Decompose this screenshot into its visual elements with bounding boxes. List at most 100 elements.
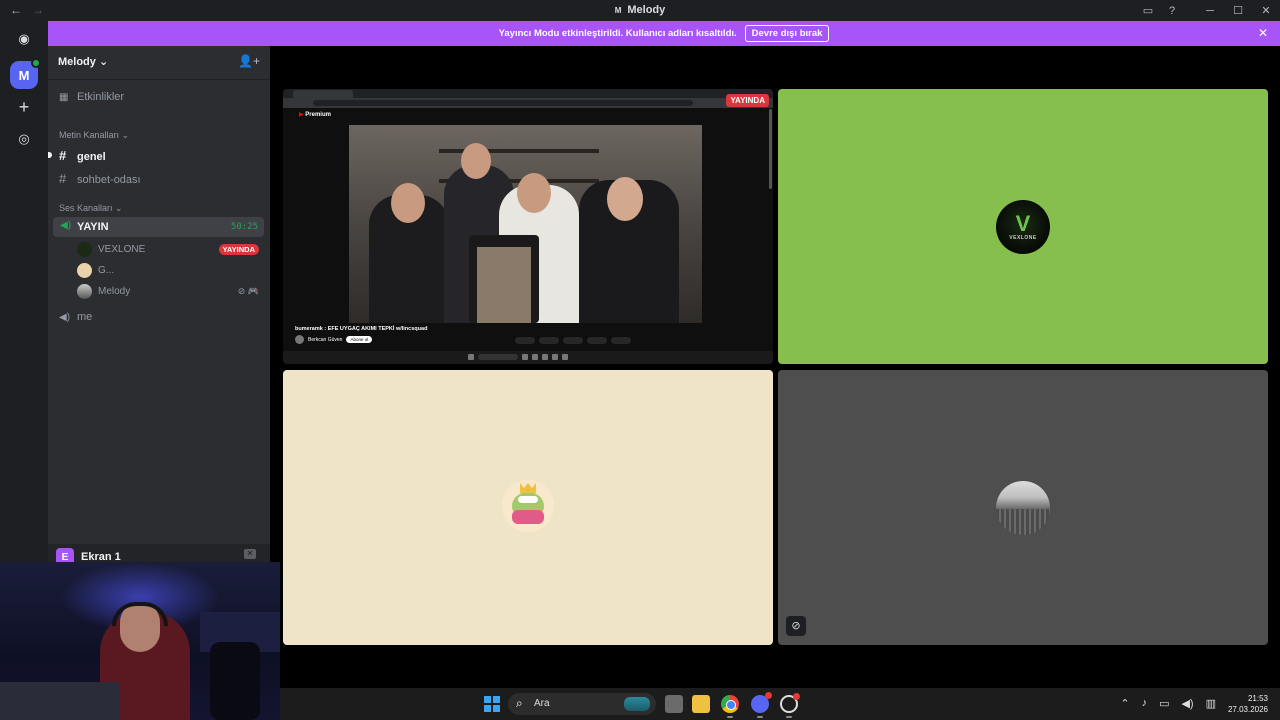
youtube-label: Premium [305, 112, 331, 118]
video-title: bumeramk : EFE UYGAÇ AKIMI TEPKİ w/lincs… [295, 326, 428, 332]
participant-tile-melody[interactable]: ⊘ [778, 370, 1268, 645]
face [517, 173, 551, 213]
category-label: Metin Kanalları [59, 130, 120, 140]
search-icon: ⌕ [516, 696, 523, 710]
vexlone-avatar: V VEXLONE [996, 200, 1050, 254]
category-label: Ses Kanalları [59, 203, 113, 213]
mute-and-game-icons: ⊘ 🎮 [237, 285, 259, 296]
voice-member-melody[interactable]: Melody ⊘ 🎮 [77, 282, 263, 300]
stream-tile-vexlone[interactable]: ▶ Premium bumeramk : EFE UYGAÇ AKIMI TEP… [283, 89, 773, 364]
address-field [313, 100, 693, 106]
vexlone-logo-text: VEXLONE [1009, 235, 1037, 241]
app-icon[interactable] [780, 693, 800, 713]
youtube-header: ▶ Premium [283, 108, 773, 122]
file-explorer-icon[interactable] [692, 695, 710, 713]
window-title-text: Melody [627, 4, 666, 16]
scrollbar [769, 109, 772, 189]
taskbar-search[interactable]: ⌕ Ara [508, 693, 656, 715]
frog-eyes [518, 496, 538, 503]
browser-tab [293, 90, 353, 98]
running-indicator [757, 716, 763, 718]
help-icon[interactable]: ? [1160, 5, 1184, 17]
title-bar: ← → M Melody ▭ ? ─ ☐ ✕ [0, 0, 1280, 21]
channel-label: me [77, 311, 93, 323]
task-view-icon[interactable] [665, 695, 683, 713]
discord-taskbar-icon[interactable] [751, 692, 772, 713]
explore-compass-icon[interactable]: ◎ [10, 125, 38, 153]
search-highlight-image [624, 697, 650, 711]
voice-channel-me[interactable]: ◀) me [59, 311, 92, 323]
close-icon[interactable]: ✕ [1258, 26, 1268, 40]
subscribe-button: Abone ol [346, 336, 373, 343]
frog-king-avatar [502, 480, 554, 532]
channel-label: sohbet-odası [77, 174, 141, 186]
server-name-dropdown[interactable]: Melody ⌄ [58, 55, 108, 68]
minimize-button[interactable]: ─ [1196, 5, 1224, 17]
events-item[interactable]: ▦ Etkinlikler [59, 91, 124, 103]
voice-member-g[interactable]: G... [77, 261, 263, 279]
windows-start-icon[interactable] [484, 696, 500, 712]
live-badge: YAYINDA [726, 94, 769, 107]
stream-taskbar-icons [468, 354, 568, 360]
server-mini-icon: M [614, 6, 622, 15]
divider [48, 79, 270, 80]
hash-icon: # [59, 171, 67, 186]
tray-app-icon[interactable]: ▥ [1206, 697, 1216, 710]
events-label: Etkinlikler [77, 91, 125, 103]
participant-tile-vexlone[interactable]: V VEXLONE [778, 89, 1268, 364]
member-name: Melody [98, 285, 131, 297]
system-tray: ⌃ ♪ ▭ ◀) ▥ [1120, 697, 1216, 710]
voice-member-vexlone[interactable]: VEXLONE YAYINDA [77, 240, 263, 258]
system-clock[interactable]: 21:53 27.03.2026 [1228, 693, 1268, 715]
avatar [77, 241, 92, 257]
chevron-down-icon: ⌄ [121, 130, 130, 140]
discord-home-icon[interactable]: ◉ [10, 25, 38, 53]
city-photo [996, 509, 1050, 535]
member-name: VEXLONE [98, 243, 146, 255]
server-icon-melody[interactable]: M [10, 58, 41, 89]
phone-image [469, 235, 539, 323]
text-category-header[interactable]: Metin Kanalları ⌄ [59, 130, 129, 141]
stream-video [349, 125, 702, 323]
chevron-down-icon: ⌄ [115, 203, 123, 213]
inbox-icon[interactable]: ▭ [1136, 4, 1160, 17]
voice-timer: 50:25 [230, 222, 258, 232]
invite-people-icon[interactable]: 👤+ [238, 54, 260, 68]
microphone-icon[interactable]: ♪ [1142, 697, 1148, 710]
voice-channel-yayin[interactable]: ◀) YAYIN 50:25 [53, 217, 264, 237]
add-server-icon[interactable]: + [10, 93, 38, 121]
vexlone-logo-mark: V [1015, 211, 1031, 236]
participant-tile-g[interactable] [283, 370, 773, 645]
hash-icon: # [59, 148, 67, 163]
window-controls: ▭ ? ─ ☐ ✕ [1136, 0, 1280, 21]
phone-photo [477, 247, 531, 323]
muted-mic-icon: ⊘ [786, 616, 806, 636]
melody-avatar [996, 481, 1050, 535]
channel-name: Berkcan Güven [308, 336, 343, 343]
channel-genel[interactable]: # genel [59, 148, 106, 163]
server-name: Melody [58, 56, 96, 68]
network-icon[interactable]: ▭ [1159, 697, 1169, 710]
chevron-up-icon[interactable]: ⌃ [1120, 697, 1129, 710]
close-window-button[interactable]: ✕ [1252, 4, 1280, 17]
chrome-icon[interactable] [721, 695, 739, 713]
webcam-overlay [0, 562, 280, 720]
channel-sohbet-odasi[interactable]: # sohbet-odası [59, 171, 141, 186]
unread-indicator [48, 152, 52, 158]
face [461, 143, 491, 179]
video-side-panel [703, 125, 769, 323]
member-name: G... [98, 264, 115, 276]
voice-category-header[interactable]: Ses Kanalları ⌄ [59, 203, 123, 214]
windows-taskbar: ⌕ Ara ⌃ ♪ ▭ ◀) ▥ 21:53 27.03.2026 [280, 688, 1280, 720]
channel-avatar [295, 335, 304, 344]
desk [0, 682, 120, 720]
close-screen-icon[interactable]: ✕ [244, 549, 256, 559]
volume-icon[interactable]: ◀) [1181, 697, 1193, 710]
voice-channel-label: YAYIN [77, 221, 109, 233]
maximize-button[interactable]: ☐ [1224, 4, 1252, 17]
speaker-icon: ◀) [60, 220, 72, 231]
browser-tabbar [283, 89, 773, 98]
clock-date: 27.03.2026 [1227, 705, 1268, 714]
channel-row: Berkcan Güven Abone ol [295, 335, 373, 344]
disable-streamer-mode-button[interactable]: Devre dışı bırak [744, 25, 830, 42]
